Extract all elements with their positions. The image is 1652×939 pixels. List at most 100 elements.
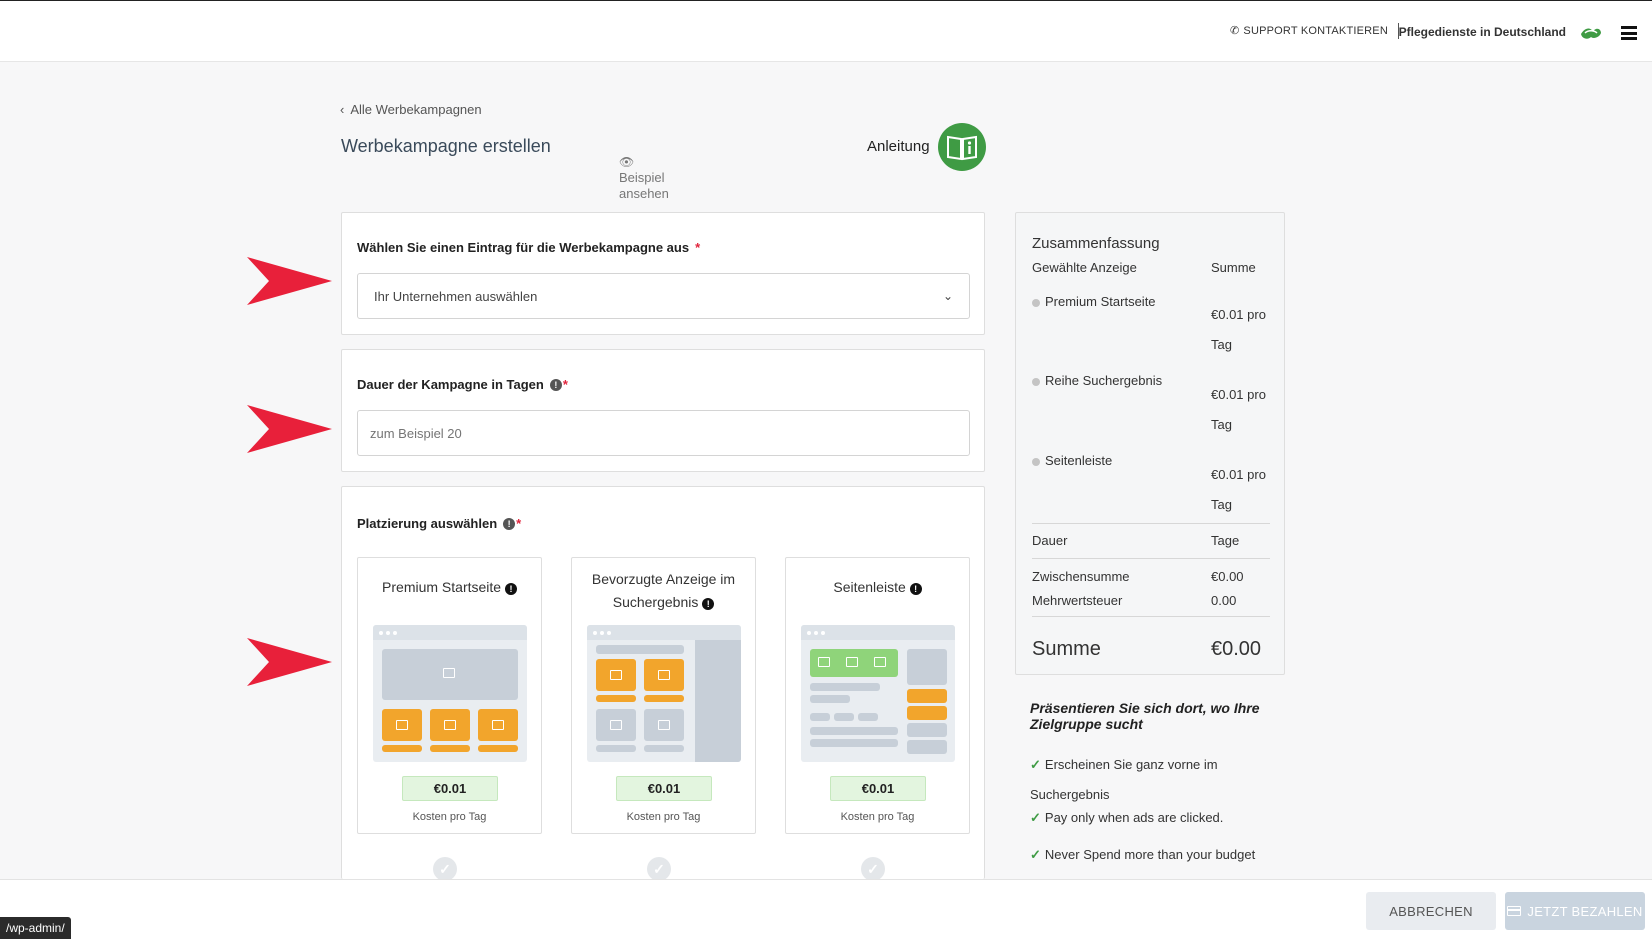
status-url: /wp-admin/ [0, 917, 71, 939]
breadcrumb[interactable]: ‹ Alle Werbekampagnen [340, 102, 482, 117]
summary-col-sum: Summe [1211, 260, 1256, 275]
cancel-button[interactable]: ABBRECHEN [1366, 892, 1496, 930]
summary-subtotal-label: Zwischensumme [1032, 569, 1130, 584]
summary-item: Premium Startseite [1032, 294, 1156, 309]
premium-preview-illustration [373, 625, 527, 762]
entry-select-value: Ihr Unternehmen auswählen [374, 288, 538, 304]
top-bar: ✆ SUPPORT KONTAKTIEREN Pflegedienste in … [0, 0, 1652, 62]
guide-book-icon[interactable] [938, 123, 986, 171]
select-check-icon[interactable]: ✓ [647, 857, 671, 881]
bullet-icon [1032, 377, 1040, 386]
page-title: Werbekampagne erstellen [341, 136, 551, 156]
select-check-icon[interactable]: ✓ [433, 857, 457, 881]
footer-bar: ABBRECHEN JETZT BEZAHLEN [0, 879, 1652, 939]
chevron-down-icon: ⌄ [942, 289, 953, 303]
region-logo-icon[interactable] [1579, 25, 1603, 41]
placement-cost-label: Kosten pro Tag [626, 811, 701, 823]
summary-duration-label: Dauer [1032, 533, 1068, 548]
summary-duration-value: Tage [1211, 533, 1240, 548]
placement-cost-label: Kosten pro Tag [412, 811, 487, 823]
summary-subtotal-value: €0.00 [1211, 569, 1244, 584]
example-link[interactable]: 👁 Beispiel ansehen [619, 154, 669, 202]
placement-label: Platzierung auswählen ! * [357, 516, 521, 531]
summary-col-ad: Gewählte Anzeige [1032, 260, 1137, 275]
required-mark: * [695, 240, 701, 255]
info-icon[interactable]: ! [549, 378, 562, 391]
summary-item-price: €0.01 pro Tag [1211, 380, 1266, 440]
placement-option-sidebar[interactable]: Seitenleiste ! €0.01 Kosten pro Tag [785, 557, 970, 834]
summary-panel: Zusammenfassung Gewählte Anzeige Summe P… [1015, 212, 1285, 675]
duration-input[interactable] [357, 410, 970, 456]
search-preview-illustration [587, 625, 741, 762]
promo-point-text: Never Spend more than your budget [1044, 847, 1256, 862]
check-icon: ✓ [1030, 810, 1041, 825]
info-icon[interactable]: ! [504, 583, 517, 595]
promo-title: Präsentieren Sie sich dort, wo Ihre Ziel… [1030, 700, 1260, 732]
support-link[interactable]: ✆ SUPPORT KONTAKTIEREN [1229, 24, 1388, 38]
summary-item: Reihe Suchergebnis [1032, 373, 1162, 388]
summary-item-price-unit: Tag [1211, 497, 1232, 512]
duration-card: Dauer der Kampagne in Tagen ! * [341, 349, 985, 472]
menu-icon[interactable] [1621, 26, 1637, 40]
placement-option-search[interactable]: Bevorzugte Anzeige im Suchergebnis ! €0.… [571, 557, 756, 834]
placement-price: €0.01 [830, 776, 926, 801]
entry-label: Wählen Sie einen Eintrag für die Werbeka… [357, 240, 700, 255]
summary-item-name: Reihe Suchergebnis [1045, 373, 1163, 388]
region-link[interactable]: Pflegedienste in Deutschland [1399, 25, 1566, 39]
guide-label[interactable]: Anleitung [867, 138, 930, 155]
info-icon[interactable]: ! [909, 583, 922, 595]
summary-item-price-unit: Tag [1211, 337, 1232, 352]
example-label-2: ansehen [619, 186, 669, 201]
summary-item-price-unit: Tag [1211, 417, 1232, 432]
promo-point-text: Suchergebnis [1030, 787, 1110, 802]
arrow-indicator-icon [247, 638, 332, 686]
summary-tax-label: Mehrwertsteuer [1032, 593, 1123, 608]
summary-tax-value: 0.00 [1211, 593, 1237, 608]
phone-icon: ✆ [1229, 25, 1240, 37]
promo-point: ✓ Erscheinen Sie ganz vorne im Suchergebn… [1030, 750, 1218, 810]
pay-button-label: JETZT BEZAHLEN [1527, 903, 1643, 919]
duration-label-text: Dauer der Kampagne in Tagen [357, 377, 544, 392]
placement-title: Seitenleiste ! [786, 576, 969, 599]
sidebar-preview-illustration [801, 625, 955, 762]
bullet-icon [1032, 457, 1040, 466]
select-check-icon[interactable]: ✓ [861, 857, 885, 881]
placement-option-premium[interactable]: Premium Startseite ! €0.01 Kosten pro Ta… [357, 557, 542, 834]
placement-title-text: Premium Startseite [382, 579, 502, 595]
summary-item-name: Seitenleiste [1045, 453, 1113, 468]
info-icon[interactable]: ! [702, 598, 715, 610]
placement-price: €0.01 [616, 776, 712, 801]
duration-label: Dauer der Kampagne in Tagen ! * [357, 377, 568, 392]
summary-item-name: Premium Startseite [1045, 294, 1156, 309]
required-mark: * [516, 516, 522, 531]
summary-total-value: €0.00 [1211, 638, 1262, 660]
credit-card-icon [1507, 906, 1522, 916]
placement-title: Bevorzugte Anzeige im Suchergebnis ! [572, 568, 755, 614]
summary-item-price-value: €0.01 pro [1211, 387, 1266, 402]
eye-icon: 👁 [619, 155, 635, 169]
placement-label-text: Platzierung auswählen [357, 516, 498, 531]
summary-total-label: Summe [1032, 638, 1101, 660]
placement-card: Platzierung auswählen ! * Premium Starts… [341, 486, 985, 879]
promo-point: ✓ Pay only when ads are clicked. [1030, 810, 1223, 826]
entry-select[interactable]: Ihr Unternehmen auswählen ⌄ [357, 273, 970, 319]
required-mark: * [562, 377, 568, 392]
check-icon: ✓ [1030, 847, 1041, 862]
entry-label-text: Wählen Sie einen Eintrag für die Werbeka… [357, 240, 690, 255]
summary-item-price-value: €0.01 pro [1211, 307, 1266, 322]
summary-item-price: €0.01 pro Tag [1211, 460, 1266, 520]
placement-price: €0.01 [402, 776, 498, 801]
info-icon[interactable]: ! [503, 517, 516, 530]
check-icon: ✓ [1030, 757, 1041, 772]
summary-item: Seitenleiste [1032, 453, 1112, 468]
support-label: SUPPORT KONTAKTIEREN [1243, 24, 1388, 37]
bullet-icon [1032, 298, 1040, 307]
summary-item-price: €0.01 pro Tag [1211, 300, 1266, 360]
promo-point-text: Erscheinen Sie ganz vorne im [1044, 757, 1218, 772]
placement-title-line2: Suchergebnis [612, 594, 699, 610]
summary-title: Zusammenfassung [1032, 235, 1160, 252]
summary-item-price-value: €0.01 pro [1211, 467, 1266, 482]
promo-point-text: Pay only when ads are clicked. [1044, 810, 1224, 825]
pay-button[interactable]: JETZT BEZAHLEN [1505, 892, 1645, 930]
chevron-left-icon: ‹ [340, 102, 345, 117]
